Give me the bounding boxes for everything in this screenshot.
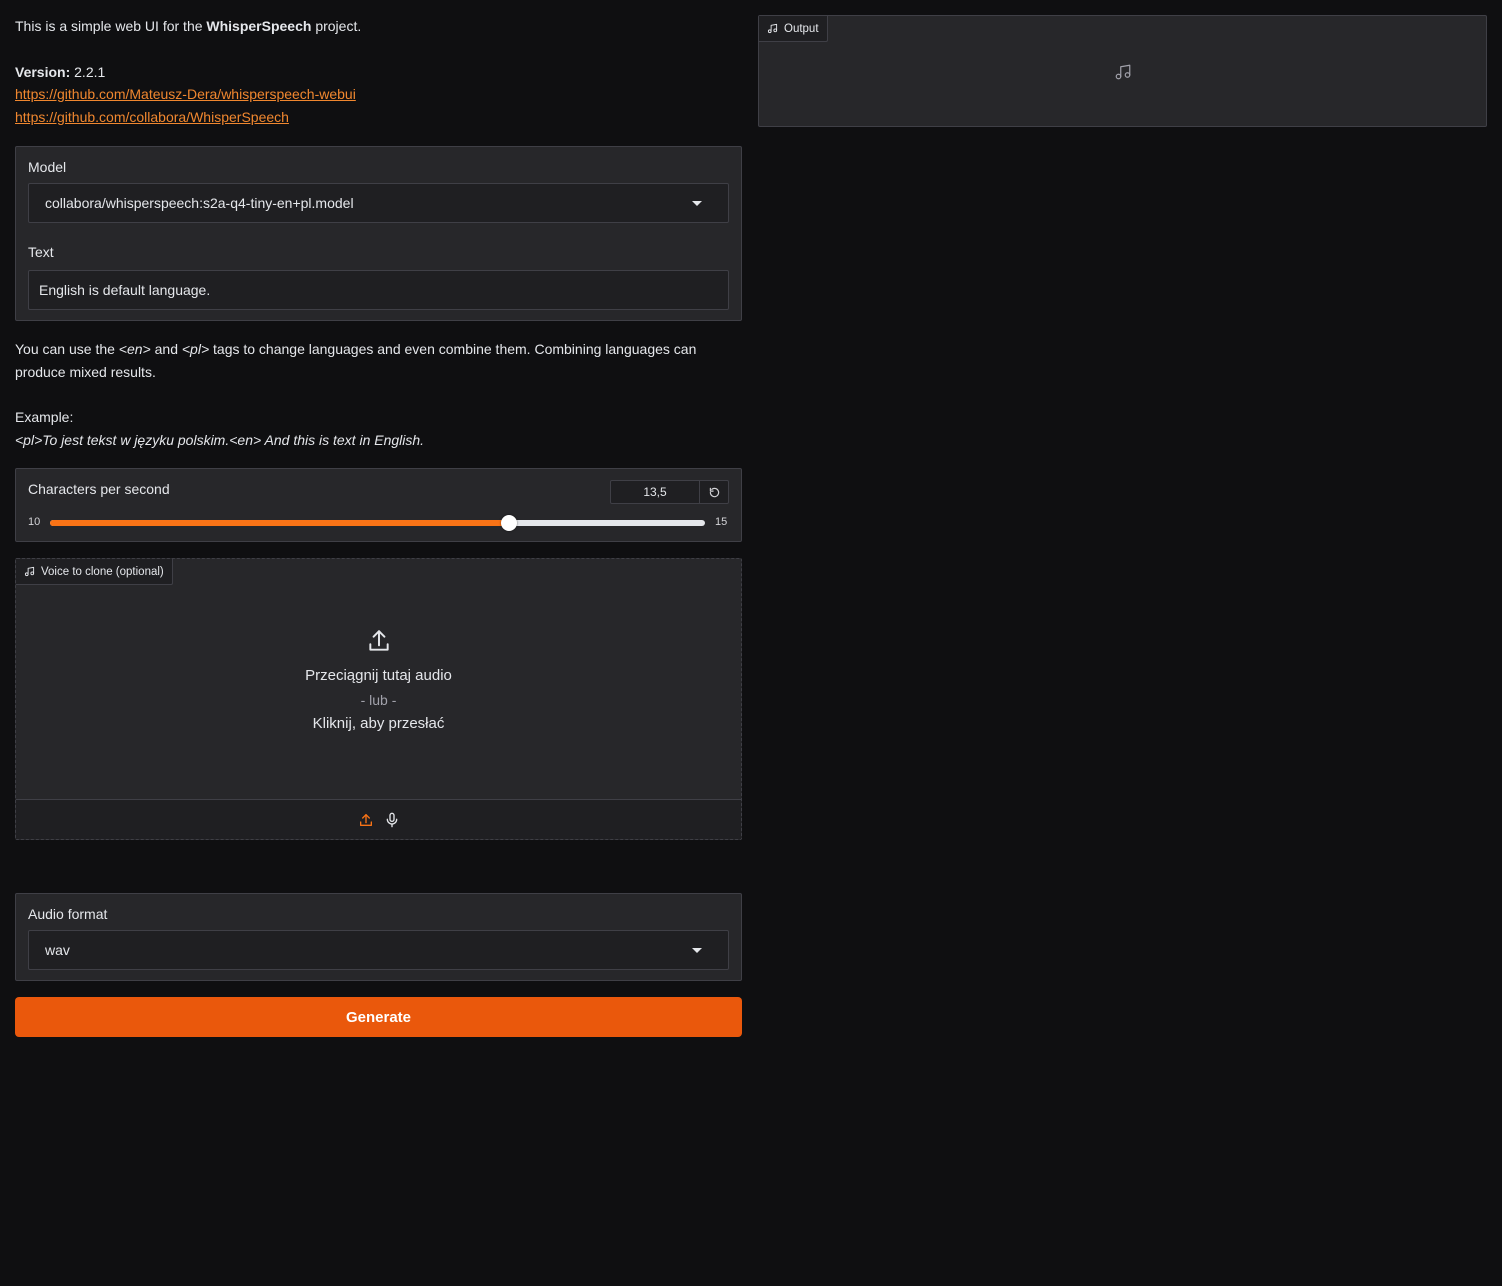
upload-icon — [368, 629, 389, 651]
output-label-chip: Output — [759, 16, 828, 42]
voice-clone-label-chip: Voice to clone (optional) — [16, 559, 173, 585]
music-icon — [767, 23, 778, 34]
link-whisperspeech[interactable]: https://github.com/collabora/WhisperSpee… — [15, 109, 289, 125]
project-name: WhisperSpeech — [206, 18, 312, 34]
language-help: You can use the <en> and <pl> tags to ch… — [15, 338, 742, 452]
voice-clone-label: Voice to clone (optional) — [41, 565, 164, 578]
model-selected: collabora/whisperspeech:s2a-q4-tiny-en+p… — [45, 195, 354, 211]
left-column: This is a simple web UI for the WhisperS… — [15, 15, 742, 1037]
microphone-icon[interactable] — [384, 812, 400, 828]
text-input[interactable]: English is default language. — [28, 270, 729, 310]
voice-clone-upload: Przeciągnij tutaj audio - lub - Kliknij,… — [15, 558, 742, 840]
music-placeholder-icon — [1115, 64, 1131, 80]
drop-click-text: Kliknij, aby przesłać — [312, 714, 445, 732]
help-text: You can use the <en> and <pl> tags to ch… — [15, 341, 697, 380]
slider-max: 15 — [715, 516, 728, 528]
audio-drop-zone[interactable]: Przeciągnij tutaj audio - lub - Kliknij,… — [16, 559, 741, 800]
text-input-value: English is default language. — [39, 282, 211, 298]
music-icon — [24, 566, 35, 577]
audio-format-selected: wav — [45, 942, 70, 958]
model-text-panel: Model collabora/whisperspeech:s2a-q4-tin… — [15, 146, 742, 321]
link-webui[interactable]: https://github.com/Mateusz-Dera/whispers… — [15, 86, 356, 102]
audio-source-bar — [16, 799, 741, 839]
example-text: <pl>To jest tekst w języku polskim.<en> … — [15, 432, 425, 448]
model-dropdown[interactable]: collabora/whisperspeech:s2a-q4-tiny-en+p… — [28, 183, 729, 223]
version-value: 2.2.1 — [70, 63, 106, 80]
chevron-down-icon — [692, 201, 702, 206]
cps-slider[interactable] — [50, 515, 705, 531]
audio-format-panel: Audio format wav — [15, 893, 742, 981]
version-line: Version: 2.2.1 — [15, 63, 106, 80]
slider-min: 10 — [28, 516, 41, 528]
intro-line: This is a simple web UI for the WhisperS… — [15, 18, 362, 34]
reset-icon — [709, 487, 719, 497]
app-root: This is a simple web UI for the WhisperS… — [0, 0, 1502, 1286]
chevron-down-icon — [692, 948, 702, 953]
tag-pl: <pl> — [181, 341, 210, 357]
model-label: Model — [28, 159, 67, 175]
drop-main-text: Przeciągnij tutaj audio — [305, 666, 452, 684]
tag-en: <en> — [118, 341, 151, 357]
intro-markdown: This is a simple web UI for the WhisperS… — [15, 15, 742, 128]
reset-button[interactable] — [699, 480, 729, 504]
audio-format-dropdown[interactable]: wav — [28, 930, 729, 970]
text-label: Text — [28, 244, 54, 260]
right-column: Output — [758, 15, 1487, 127]
audio-format-label: Audio format — [28, 906, 108, 922]
output-label: Output — [784, 22, 819, 35]
slider-thumb[interactable] — [500, 515, 517, 531]
generate-button[interactable]: Generate — [15, 997, 742, 1037]
example-label: Example: — [15, 409, 74, 425]
upload-source-icon[interactable] — [358, 812, 374, 828]
cps-slider-panel: Characters per second 13,5 10 15 — [15, 468, 742, 542]
output-audio-panel: Output — [758, 15, 1487, 127]
cps-number-input[interactable]: 13,5 — [610, 480, 700, 504]
drop-or-text: - lub - — [360, 691, 397, 708]
slider-fill — [50, 520, 509, 526]
